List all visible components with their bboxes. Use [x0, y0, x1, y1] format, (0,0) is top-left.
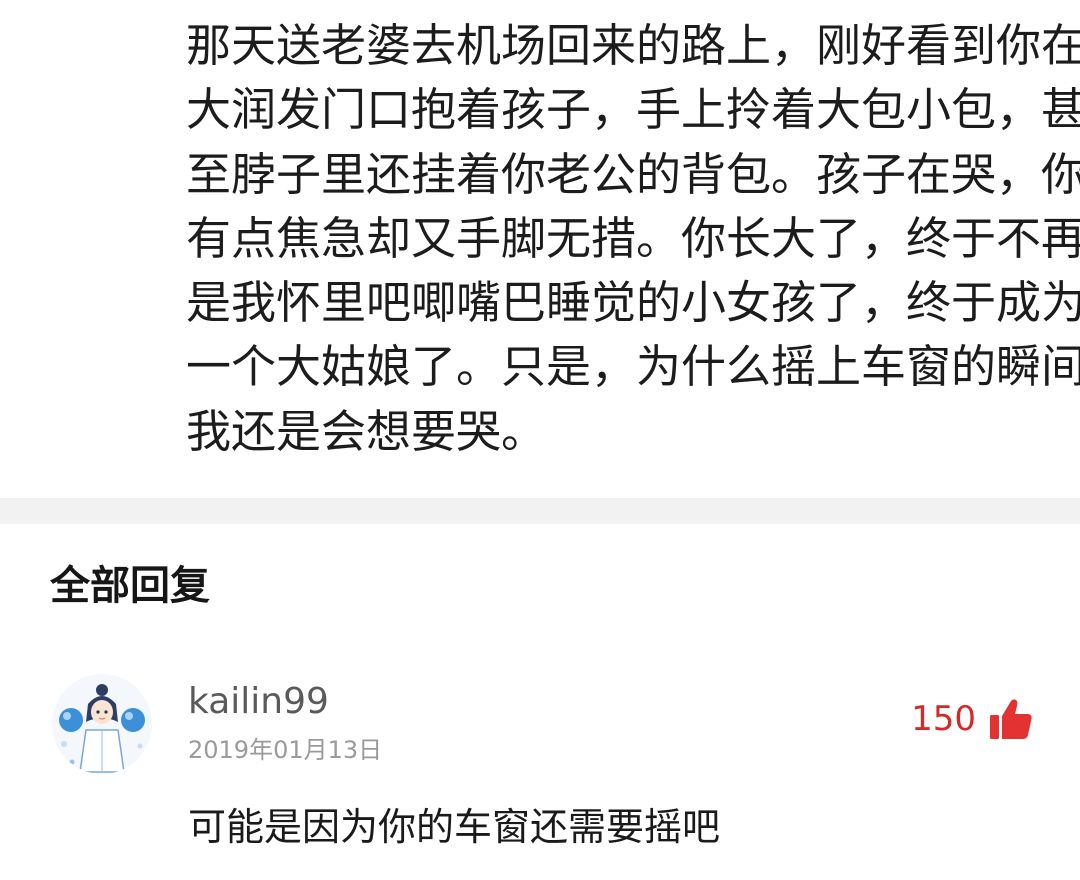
post-line: 大润发门口抱着孩子，手上拎着大包小包，甚 — [186, 83, 1080, 137]
post-line: 有点焦急却又手脚无措。你长大了，终于不再 — [186, 211, 1080, 265]
post-line: 是我怀里吧唧嘴巴睡觉的小女孩了，终于成为 — [186, 276, 1080, 330]
post-line: 一个大姑娘了。只是，为什么摇上车窗的瞬间 — [186, 340, 1080, 394]
section-divider — [0, 498, 1080, 524]
all-replies-heading: 全部回复 — [50, 563, 210, 609]
reply-item: kailin99 2019年01月13日 150 可能是因为你的车窗还需要摇吧 — [0, 672, 1080, 880]
reply-username[interactable]: kailin99 — [188, 680, 329, 724]
user-avatar[interactable] — [52, 674, 152, 774]
page: 那天送老婆去机场回来的路上，刚好看到你在 大润发门口抱着孩子，手上拎着大包小包，… — [0, 0, 1080, 880]
post-line: 至脖子里还挂着你老公的背包。孩子在哭，你 — [186, 147, 1080, 201]
reply-text: 可能是因为你的车窗还需要摇吧 — [188, 805, 721, 849]
post-line: 那天送老婆去机场回来的路上，刚好看到你在 — [186, 19, 1080, 72]
cartoon-avatar-icon — [52, 674, 152, 774]
reply-date: 2019年01月13日 — [188, 736, 383, 764]
like-count: 150 — [911, 699, 976, 739]
post-line: 我还是会想要哭。 — [186, 404, 547, 458]
post-content: 那天送老婆去机场回来的路上，刚好看到你在 大润发门口抱着孩子，手上拎着大包小包，… — [186, 14, 1080, 464]
like-button[interactable]: 150 — [911, 694, 1034, 744]
thumbs-up-icon — [990, 699, 1032, 739]
